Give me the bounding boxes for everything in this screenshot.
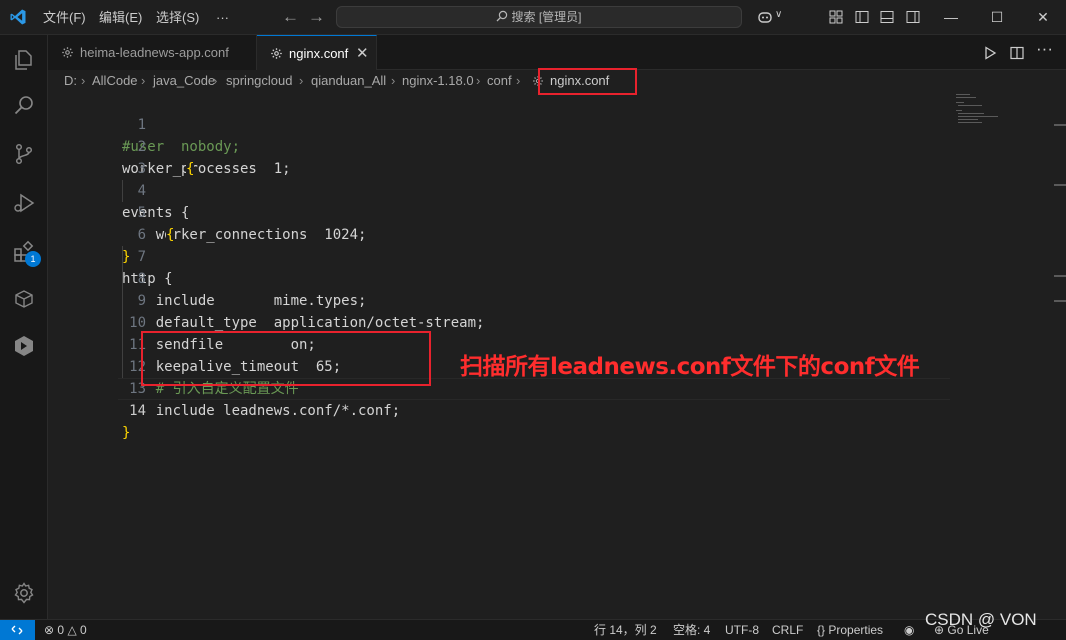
run-and-debug-icon[interactable] bbox=[12, 191, 36, 215]
breadcrumb-item[interactable]: D: bbox=[64, 70, 77, 92]
code-line: 9 default_type application/octet-stream; bbox=[48, 268, 1066, 331]
search-icon bbox=[497, 10, 508, 22]
code-text: } bbox=[122, 425, 131, 441]
remote-explorer-icon[interactable] bbox=[12, 287, 36, 311]
breadcrumb-item[interactable]: java_Code bbox=[153, 70, 215, 92]
tab-label: nginx.conf bbox=[289, 46, 349, 61]
scrollbar-marker bbox=[1054, 184, 1066, 186]
breadcrumb-chevron-icon: › bbox=[476, 73, 481, 88]
forward-arrow-icon[interactable]: → bbox=[308, 7, 325, 27]
command-center-search[interactable]: 搜索 [管理员] bbox=[336, 6, 742, 28]
code-line: 6 } bbox=[48, 202, 1066, 265]
run-icon[interactable] bbox=[982, 45, 998, 61]
code-text: include leadnews.conf/*.conf; bbox=[122, 403, 401, 419]
warning-count: 0 bbox=[80, 623, 87, 637]
close-button[interactable]: ✕ bbox=[1020, 0, 1066, 35]
remote-icon bbox=[11, 625, 23, 635]
code-line: 7 http { bbox=[48, 224, 1066, 287]
language-label: Properties bbox=[828, 623, 884, 637]
open-brace: { bbox=[166, 224, 175, 246]
braces-icon: {} bbox=[817, 623, 826, 637]
code-line: 2 worker_processes 1; bbox=[48, 114, 1066, 177]
search-label: 搜索 [管理员] bbox=[511, 10, 582, 24]
code-line: 8 include mime.types; bbox=[48, 246, 1066, 309]
copilot-icon[interactable] bbox=[757, 9, 773, 25]
error-count: 0 bbox=[57, 623, 65, 637]
tab-label: heima-leadnews-app.conf bbox=[80, 45, 229, 60]
vscode-logo-icon bbox=[10, 9, 26, 25]
minimize-button[interactable]: — bbox=[928, 0, 974, 35]
breadcrumb-chevron-icon: › bbox=[516, 73, 521, 88]
annotation-box-include bbox=[141, 331, 431, 386]
annotation-text: 扫描所有leadnews.conf文件下的conf文件 bbox=[460, 354, 920, 380]
encoding-status[interactable]: UTF-8 bbox=[725, 620, 759, 640]
warning-icon: △ bbox=[67, 623, 77, 637]
tab-nginx-conf[interactable]: nginx.conf ✕ bbox=[257, 35, 377, 70]
close-tab-icon[interactable]: ✕ bbox=[356, 36, 369, 71]
open-brace: { bbox=[186, 158, 195, 180]
code-line: 3 bbox=[48, 136, 1066, 177]
menu-file[interactable]: 文件(F) bbox=[43, 0, 86, 35]
breadcrumb-item[interactable]: AllCode bbox=[92, 70, 138, 92]
scrollbar-marker bbox=[1054, 275, 1066, 277]
source-control-icon[interactable] bbox=[12, 142, 36, 166]
chevron-down-icon[interactable]: ∨ bbox=[775, 9, 782, 20]
annotation-box-filename bbox=[538, 68, 637, 95]
tab-heima-leadnews-app-conf[interactable]: heima-leadnews-app.conf bbox=[48, 35, 257, 70]
csdn-watermark: CSDN @ VON bbox=[925, 610, 1037, 629]
more-actions-icon[interactable]: ··· bbox=[1036, 39, 1053, 59]
cursor-position[interactable]: 行 14，列 2 bbox=[594, 620, 657, 640]
settings-gear-icon[interactable] bbox=[12, 581, 36, 605]
code-line: 4 events { bbox=[48, 158, 1066, 221]
breadcrumb-chevron-icon: › bbox=[391, 73, 396, 88]
menu-more[interactable]: ··· bbox=[216, 0, 229, 35]
error-icon: ⊗ bbox=[44, 623, 55, 637]
back-arrow-icon[interactable]: ← bbox=[282, 7, 299, 27]
minimap[interactable] bbox=[956, 94, 1016, 134]
breadcrumb-item[interactable]: qianduan_All bbox=[311, 70, 386, 92]
breadcrumb-chevron-icon: › bbox=[141, 73, 146, 88]
toggle-panel-icon[interactable] bbox=[879, 9, 895, 25]
code-line: 5 worker_connections 1024; bbox=[48, 180, 1066, 243]
customize-layout-icon[interactable] bbox=[828, 9, 844, 25]
breadcrumb-item[interactable]: conf bbox=[487, 70, 512, 92]
indentation-status[interactable]: 空格: 4 bbox=[673, 620, 710, 640]
toggle-primary-sidebar-icon[interactable] bbox=[854, 9, 870, 25]
config-file-gear-icon bbox=[271, 48, 282, 59]
extensions-badge: 1 bbox=[25, 251, 41, 267]
breadcrumb-chevron-icon: › bbox=[299, 73, 304, 88]
errors-warnings-indicator[interactable]: ⊗ 0 △ 0 bbox=[44, 620, 87, 640]
maximize-button[interactable]: ☐ bbox=[974, 0, 1020, 35]
search-view-icon[interactable] bbox=[12, 94, 36, 118]
code-line: 10 sendfile on; bbox=[48, 290, 1066, 353]
scrollbar-marker bbox=[1054, 300, 1066, 302]
scrollbar-marker bbox=[1054, 124, 1066, 126]
language-mode[interactable]: {} Properties bbox=[817, 620, 883, 640]
explorer-icon[interactable] bbox=[12, 48, 36, 72]
config-file-gear-icon bbox=[62, 47, 73, 58]
eol-status[interactable]: CRLF bbox=[772, 620, 803, 640]
status-bar: ⊗ 0 △ 0 行 14，列 2 空格: 4 UTF-8 CRLF {} Pro… bbox=[0, 619, 1066, 640]
breadcrumb-item[interactable]: springcloud bbox=[226, 70, 293, 92]
title-bar: 文件(F) 编辑(E) 选择(S) ··· ← → 搜索 [管理员] ∨ — ☐… bbox=[0, 0, 1066, 35]
tab-bar: heima-leadnews-app.conf nginx.conf ✕ ··· bbox=[48, 35, 1066, 70]
activity-bar: 1 bbox=[0, 35, 48, 619]
code-line: 1 #user nobody; bbox=[48, 92, 1066, 155]
breadcrumb-item[interactable]: nginx-1.18.0 bbox=[402, 70, 474, 92]
menu-select[interactable]: 选择(S) bbox=[156, 0, 199, 35]
docker-extension-icon[interactable] bbox=[12, 334, 36, 358]
remote-indicator[interactable] bbox=[0, 620, 35, 640]
toggle-secondary-sidebar-icon[interactable] bbox=[905, 9, 921, 25]
breadcrumb-chevron-icon: › bbox=[213, 73, 218, 88]
line-number: 14 bbox=[129, 403, 146, 419]
menu-edit[interactable]: 编辑(E) bbox=[99, 0, 142, 35]
breadcrumb-chevron-icon: › bbox=[81, 73, 86, 88]
copilot-status-icon[interactable]: ◉ bbox=[904, 620, 914, 640]
split-editor-icon[interactable] bbox=[1009, 45, 1025, 61]
